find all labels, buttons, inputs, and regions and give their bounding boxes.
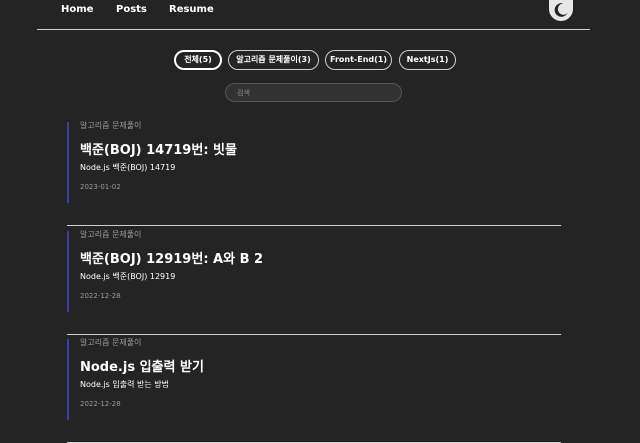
nav-home-link[interactable]: Home [61, 4, 93, 15]
post-accent-bar [67, 339, 69, 420]
post-title[interactable]: 백준(BOJ) 12919번: A와 B 2 [80, 248, 263, 267]
post-date: 2022-12-28 [80, 292, 121, 300]
post-accent-bar [67, 231, 69, 312]
post-category: 알고리즘 문제풀이 [80, 338, 142, 347]
post-description: Node.js 백준(BOJ) 12919 [80, 272, 176, 281]
search-box [225, 83, 402, 102]
nav-resume-link[interactable]: Resume [169, 4, 214, 15]
post-category: 알고리즘 문제풀이 [80, 230, 142, 239]
post-accent-bar [67, 122, 69, 203]
theme-toggle-button[interactable] [549, 0, 573, 21]
post-title[interactable]: 백준(BOJ) 14719번: 빗물 [80, 139, 237, 158]
search-input[interactable] [237, 87, 387, 98]
post-date: 2022-12-28 [80, 400, 121, 408]
top-nav: Home Posts Resume [37, 0, 590, 30]
post-description: Node.js 입출력 받는 방법 [80, 380, 169, 389]
post-date: 2023-01-02 [80, 183, 121, 191]
category-chip-frontend[interactable]: Front-End(1) [325, 50, 392, 70]
nav-posts-link[interactable]: Posts [116, 4, 147, 15]
category-chip-algorithm[interactable]: 알고리즘 문제풀이(3) [228, 50, 319, 70]
category-chip-all[interactable]: 전체(5) [174, 50, 222, 70]
post-item[interactable]: 알고리즘 문제풀이 백준(BOJ) 12919번: A와 B 2 Node.js… [67, 226, 561, 335]
post-category: 알고리즘 문제풀이 [80, 121, 142, 130]
post-item[interactable]: 알고리즘 문제풀이 백준(BOJ) 14719번: 빗물 Node.js 백준(… [67, 117, 561, 226]
post-item[interactable]: 알고리즘 문제풀이 Node.js 입출력 받기 Node.js 입출력 받는 … [67, 334, 561, 443]
post-description: Node.js 백준(BOJ) 14719 [80, 163, 176, 172]
moon-icon [554, 3, 568, 17]
category-filter-bar: 전체(5) 알고리즘 문제풀이(3) Front-End(1) NextJs(1… [0, 50, 640, 70]
post-title[interactable]: Node.js 입출력 받기 [80, 356, 204, 375]
category-chip-nextjs[interactable]: NextJs(1) [399, 50, 456, 70]
